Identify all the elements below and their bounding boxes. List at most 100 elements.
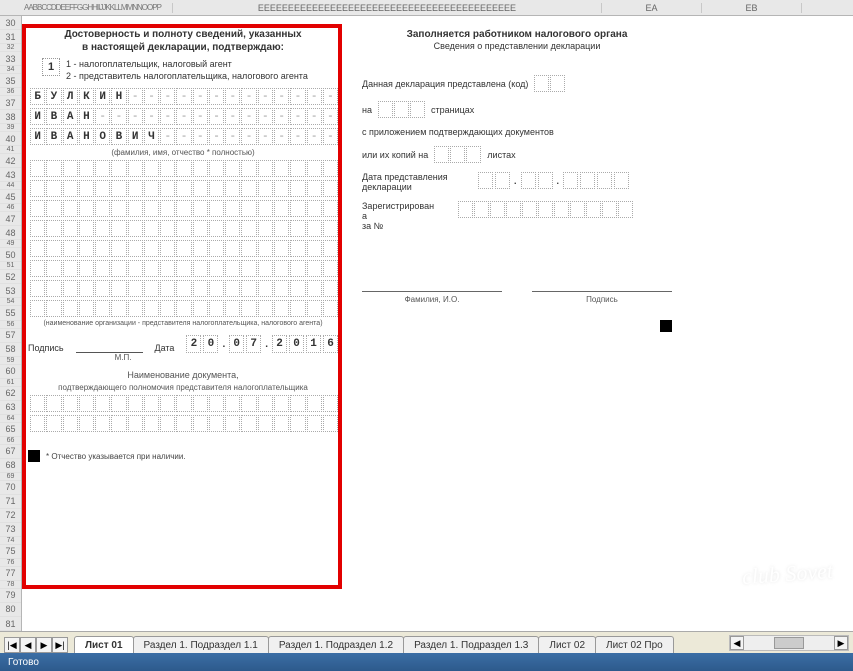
char-cell[interactable]: А [63, 128, 78, 145]
sheet-tab[interactable]: Раздел 1. Подраздел 1.3 [403, 636, 539, 653]
char-cell[interactable]: - [193, 88, 208, 105]
char-cell[interactable]: - [323, 88, 338, 105]
char-cell[interactable]: - [111, 108, 126, 125]
empty-char-row[interactable] [30, 240, 338, 257]
char-cell[interactable]: - [274, 128, 289, 145]
char-cell[interactable]: К [79, 88, 94, 105]
char-cell[interactable]: - [176, 88, 191, 105]
char-cell[interactable]: - [160, 108, 175, 125]
firstname-row[interactable]: ИВАН--------------- [30, 108, 338, 125]
char-cell[interactable]: Н [79, 128, 94, 145]
officer-sign-line[interactable]: Подпись [532, 291, 672, 304]
char-cell[interactable]: Н [79, 108, 94, 125]
char-cell[interactable]: - [307, 108, 322, 125]
char-cell[interactable]: О [95, 128, 110, 145]
char-cell[interactable]: И [30, 128, 45, 145]
sheet-tab[interactable]: Раздел 1. Подраздел 1.2 [268, 636, 404, 653]
hscroll-thumb[interactable] [774, 637, 804, 649]
char-cell[interactable]: - [323, 108, 338, 125]
char-cell[interactable]: - [307, 88, 322, 105]
sheet-tab[interactable]: Раздел 1. Подраздел 1.1 [133, 636, 269, 653]
char-cell[interactable]: - [258, 108, 273, 125]
char-cell[interactable]: - [176, 128, 191, 145]
date-input[interactable]: 20 . 07 . 2016 [186, 335, 338, 353]
empty-char-row[interactable] [30, 395, 338, 412]
row-header: 77 [0, 567, 21, 581]
empty-char-row[interactable] [30, 180, 338, 197]
char-cell[interactable]: - [160, 128, 175, 145]
signature-line[interactable] [76, 339, 143, 353]
char-cell[interactable]: - [193, 128, 208, 145]
char-cell[interactable]: - [209, 88, 224, 105]
officer-fio-line[interactable]: Фамилия, И.О. [362, 291, 502, 304]
empty-char-row[interactable] [30, 220, 338, 237]
char-cell[interactable]: В [46, 108, 61, 125]
char-cell[interactable]: Б [30, 88, 45, 105]
empty-char-row[interactable] [30, 280, 338, 297]
char-cell[interactable]: У [46, 88, 61, 105]
scroll-right-button[interactable]: ▶ [834, 636, 848, 650]
sheet-tab[interactable]: Лист 01 [74, 636, 134, 653]
char-cell[interactable]: И [95, 88, 110, 105]
copies-cells[interactable] [434, 146, 481, 163]
char-cell[interactable]: И [30, 108, 45, 125]
char-cell[interactable]: - [307, 128, 322, 145]
sheet-tab[interactable]: Лист 02 Про [595, 636, 674, 653]
char-cell[interactable]: - [225, 128, 240, 145]
tab-nav-button[interactable]: |◀ [4, 637, 20, 653]
empty-char-row[interactable] [30, 415, 338, 432]
char-cell[interactable]: - [290, 128, 305, 145]
row-header: 47 [0, 212, 21, 226]
option-2: 2 - представитель налогоплательщика, нал… [66, 70, 308, 82]
surname-row[interactable]: БУЛКИН------------- [30, 88, 338, 105]
empty-char-row[interactable] [30, 200, 338, 217]
declarant-code-input[interactable]: 1 [42, 58, 60, 76]
char-cell[interactable]: - [95, 108, 110, 125]
char-cell[interactable]: - [274, 108, 289, 125]
horizontal-scrollbar[interactable]: ◀ ▶ [729, 635, 849, 651]
char-cell[interactable]: В [46, 128, 61, 145]
present-date-label: Дата представлениядекларации [362, 172, 472, 192]
empty-char-row[interactable] [30, 160, 338, 177]
empty-char-row[interactable] [30, 300, 338, 317]
char-cell[interactable]: - [144, 108, 159, 125]
char-cell[interactable]: - [225, 108, 240, 125]
char-cell[interactable]: Ч [144, 128, 159, 145]
char-cell[interactable]: - [176, 108, 191, 125]
empty-char-row[interactable] [30, 260, 338, 277]
pages-cells[interactable] [378, 101, 425, 118]
present-date-cells[interactable]: . . [478, 172, 629, 189]
char-cell[interactable]: - [290, 88, 305, 105]
char-cell[interactable]: - [241, 88, 256, 105]
patronymic-row[interactable]: ИВАНОВИЧ----------- [30, 128, 338, 145]
char-cell[interactable]: В [111, 128, 126, 145]
scroll-left-button[interactable]: ◀ [730, 636, 744, 650]
char-cell[interactable]: - [160, 88, 175, 105]
char-cell[interactable]: - [241, 108, 256, 125]
char-cell[interactable]: - [128, 108, 143, 125]
char-cell[interactable]: Л [63, 88, 78, 105]
decl-code-cells[interactable] [534, 75, 565, 92]
char-cell[interactable]: - [274, 88, 289, 105]
char-cell[interactable]: - [290, 108, 305, 125]
char-cell[interactable]: - [323, 128, 338, 145]
char-cell[interactable]: - [258, 88, 273, 105]
org-caption: (наименование организации - представител… [28, 320, 338, 327]
char-cell[interactable]: - [209, 128, 224, 145]
sheet-tab[interactable]: Лист 02 [538, 636, 596, 653]
char-cell[interactable]: А [63, 108, 78, 125]
tab-nav-button[interactable]: ◀ [20, 637, 36, 653]
tab-nav-button[interactable]: ▶ [36, 637, 52, 653]
char-cell[interactable]: - [258, 128, 273, 145]
char-cell[interactable]: - [209, 108, 224, 125]
char-cell[interactable]: Н [111, 88, 126, 105]
row-header: 48 [0, 226, 21, 240]
char-cell[interactable]: - [225, 88, 240, 105]
tab-nav-button[interactable]: ▶| [52, 637, 68, 653]
reg-number-cells[interactable] [458, 201, 633, 218]
char-cell[interactable]: - [144, 88, 159, 105]
char-cell[interactable]: - [241, 128, 256, 145]
char-cell[interactable]: - [193, 108, 208, 125]
char-cell[interactable]: И [128, 128, 143, 145]
char-cell[interactable]: - [128, 88, 143, 105]
